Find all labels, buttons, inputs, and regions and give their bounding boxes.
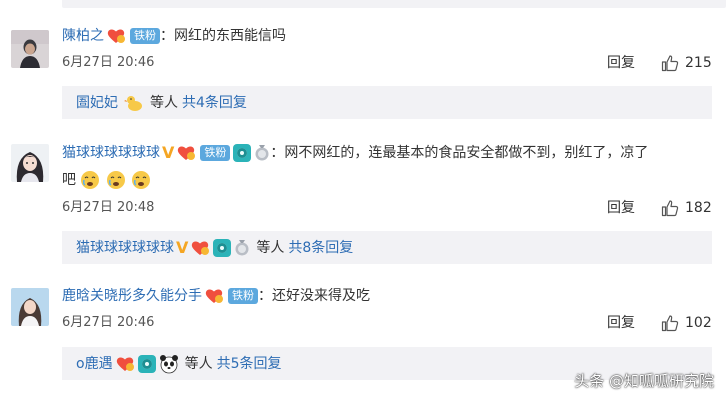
- thumbs-up-icon: [661, 315, 679, 332]
- verified-v-icon[interactable]: V: [176, 238, 188, 258]
- reply-button[interactable]: 回复: [607, 314, 635, 332]
- medal-badge-icon[interactable]: [254, 144, 270, 162]
- heart-badge-icon[interactable]: [190, 239, 210, 257]
- camera-badge-icon[interactable]: [137, 355, 156, 373]
- comment-time: 6月27日 20:46: [62, 55, 155, 70]
- like-button[interactable]: 215: [661, 54, 712, 72]
- sub-reply-user[interactable]: o鹿遇: [76, 354, 113, 374]
- sub-reply-etc: 等人: [150, 95, 178, 111]
- camera-badge-icon[interactable]: [233, 144, 252, 162]
- duck-emoji-icon: [124, 96, 142, 111]
- sub-reply-count-link[interactable]: 共4条回复: [182, 93, 247, 113]
- sub-reply-count-link[interactable]: 共5条回复: [217, 354, 282, 374]
- medal-badge-icon[interactable]: [234, 239, 250, 257]
- comment-time: 6月27日 20:48: [62, 200, 155, 215]
- avatar[interactable]: [11, 144, 49, 182]
- comment-username[interactable]: 鹿晗关晓彤多久能分手: [62, 286, 202, 306]
- avatar[interactable]: [11, 288, 49, 326]
- comment-username[interactable]: 陳柏之: [62, 26, 104, 46]
- fan-badge[interactable]: 铁粉: [228, 288, 258, 304]
- sub-reply-user[interactable]: 圄妃妃: [76, 93, 118, 113]
- thumbs-up-icon: [661, 200, 679, 217]
- heart-badge-icon[interactable]: [176, 144, 196, 162]
- sub-reply-user[interactable]: 猫球球球球球球: [76, 238, 174, 258]
- heart-badge-icon[interactable]: [115, 355, 135, 373]
- like-button[interactable]: 182: [661, 199, 712, 217]
- watermark: 头条 @知呱呱研究院: [574, 372, 714, 390]
- heart-badge-icon[interactable]: [204, 287, 224, 305]
- comment-text: ：还好没来得及吃: [258, 288, 370, 304]
- sub-reply-count-link[interactable]: 共8条回复: [288, 238, 353, 258]
- comment-username[interactable]: 猫球球球球球球: [62, 143, 160, 163]
- previous-reply-box: [62, 0, 726, 8]
- panda-emoji-icon: [159, 355, 178, 374]
- reply-button[interactable]: 回复: [607, 54, 635, 72]
- comment-text: ：网红的东西能信吗: [160, 28, 286, 44]
- tired-face-emoji-icon: [132, 171, 151, 189]
- comment-text: ：网不网红的，连最基本的食品安全都做不到，别红了，凉了: [270, 145, 649, 161]
- like-count: 102: [685, 315, 712, 331]
- heart-badge-icon[interactable]: [106, 27, 126, 45]
- comment-time: 6月27日 20:46: [62, 315, 155, 330]
- fan-badge[interactable]: 铁粉: [200, 145, 231, 161]
- sub-replies-box: 圄妃妃 等人 共4条回复: [62, 86, 712, 119]
- avatar[interactable]: [11, 30, 49, 68]
- tired-face-emoji-icon: [106, 171, 125, 189]
- sub-reply-etc: 等人: [256, 240, 285, 256]
- like-count: 182: [685, 200, 712, 216]
- like-button[interactable]: 102: [661, 314, 712, 332]
- verified-v-icon[interactable]: V: [162, 143, 174, 163]
- sub-reply-etc: 等人: [184, 356, 213, 372]
- like-count: 215: [685, 55, 712, 71]
- sub-replies-box: 猫球球球球球球 V 等人 共8条回复: [62, 231, 712, 264]
- reply-button[interactable]: 回复: [607, 199, 635, 217]
- tired-face-emoji-icon: [81, 171, 100, 189]
- fan-badge[interactable]: 铁粉: [130, 28, 160, 44]
- comment-text-continued: 吧: [62, 172, 76, 188]
- camera-badge-icon[interactable]: [213, 239, 232, 257]
- thumbs-up-icon: [661, 55, 679, 72]
